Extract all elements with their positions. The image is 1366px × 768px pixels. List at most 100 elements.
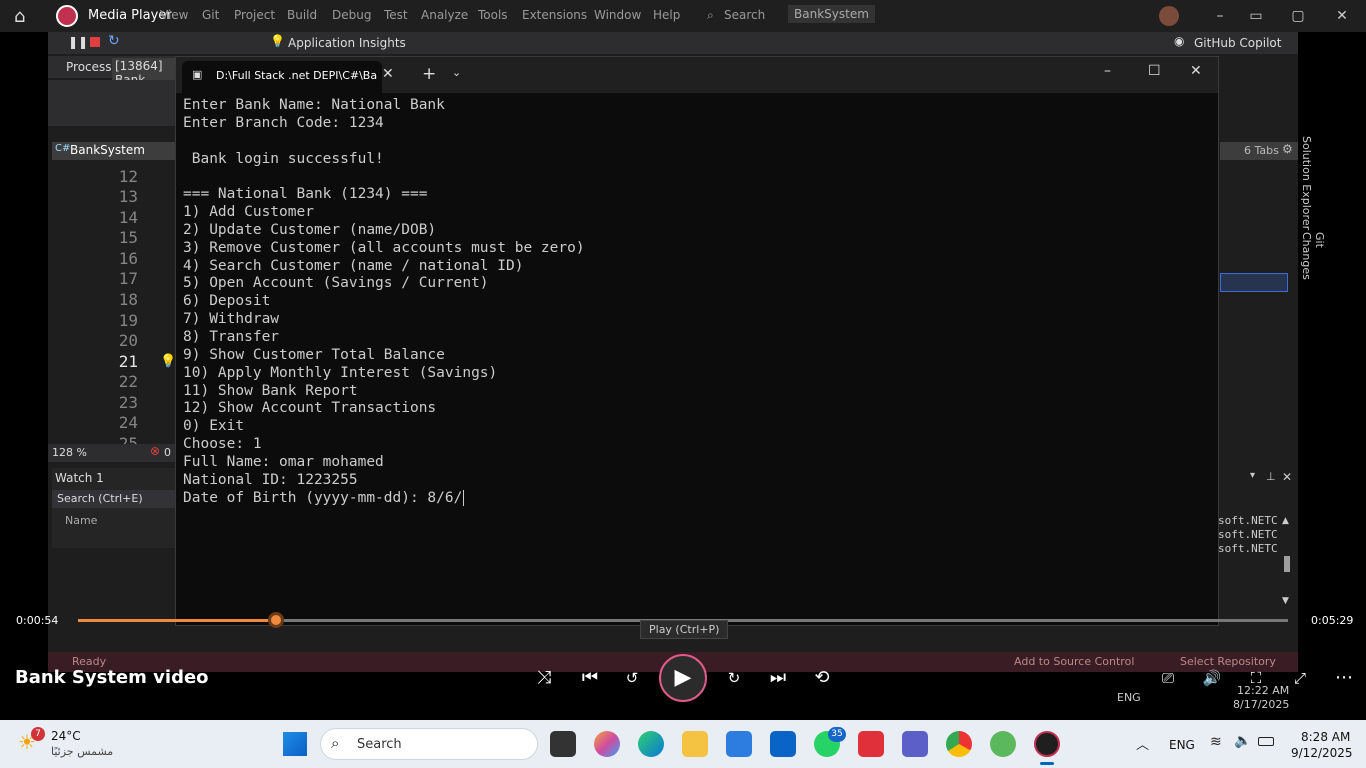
github-copilot-label[interactable]: GitHub Copilot	[1194, 36, 1281, 50]
home-icon[interactable]: ⌂	[14, 6, 25, 27]
fullscreen-icon[interactable]: ⤢	[1286, 666, 1314, 690]
utility-app-icon[interactable]	[990, 731, 1016, 757]
error-count[interactable]: 0	[164, 446, 171, 459]
maximize-icon[interactable]: ▢	[1278, 4, 1318, 28]
menu-item-extensions[interactable]: Extensions	[522, 8, 587, 22]
tabs-count[interactable]: 6 Tabs	[1244, 144, 1279, 157]
task-view-icon[interactable]	[550, 731, 576, 757]
copilot-icon: ◉	[1174, 34, 1185, 48]
taskbar-clock-date[interactable]: 9/12/2025	[1291, 746, 1353, 760]
microsoft-store-icon[interactable]	[726, 731, 752, 757]
chrome-icon[interactable]	[946, 731, 972, 757]
gear-icon[interactable]: ⚙	[1282, 142, 1293, 156]
menu-item-test[interactable]: Test	[384, 8, 408, 22]
menu-item-window[interactable]: Window	[594, 8, 641, 22]
file-explorer-icon[interactable]	[682, 731, 708, 757]
text-cursor: ​	[463, 489, 465, 506]
console-line: 3) Remove Customer (all accounts must be…	[183, 239, 585, 256]
menu-item-tools[interactable]: Tools	[478, 8, 508, 22]
console-line: 10) Apply Monthly Interest (Savings)	[183, 364, 498, 381]
taskbar-clock-time[interactable]: 8:28 AM	[1301, 730, 1350, 744]
tab-close-icon[interactable]: ✕	[382, 66, 394, 82]
menu-item-project[interactable]: Project	[234, 8, 275, 22]
console-tab[interactable]: ▣ D:\Full Stack .net DEPI\C#\Ba ✕	[182, 61, 394, 93]
windows-start-icon[interactable]	[283, 732, 307, 756]
git-changes-tab[interactable]: Git Changes	[1300, 232, 1326, 296]
add-source-control[interactable]: Add to Source Control	[1014, 655, 1134, 668]
menu-item-git[interactable]: Git	[202, 8, 219, 22]
pause-icon[interactable]: ❚❚	[68, 35, 88, 49]
line-number-current: 21	[118, 352, 138, 371]
close-icon[interactable]: ✕	[1322, 4, 1362, 28]
line-number: 17	[118, 269, 138, 288]
menu-item-analyze[interactable]: Analyze	[421, 8, 468, 22]
menu-item-build[interactable]: Build	[287, 8, 317, 22]
user-avatar[interactable]	[1159, 6, 1179, 26]
vs-search-label[interactable]: Search	[724, 8, 765, 22]
menu-item-view[interactable]: View	[160, 8, 188, 22]
speaker-icon[interactable]: 🔈	[1234, 733, 1251, 749]
console-close-icon[interactable]: ✕	[1190, 63, 1202, 79]
play-button[interactable]: ▶	[659, 654, 707, 702]
process-label: Process:	[66, 60, 116, 74]
stop-icon[interactable]	[90, 37, 100, 47]
skip-forward-30-icon[interactable]: ↻	[720, 666, 748, 690]
pin-icon[interactable]: ⊥	[1266, 470, 1276, 483]
captions-icon[interactable]: ⎚	[1154, 666, 1182, 690]
console-line: Choose: 1	[183, 436, 262, 453]
weather-desc[interactable]: مشمس جزئيًا	[51, 745, 113, 758]
scroll-up-icon[interactable]: ▲	[1282, 516, 1289, 526]
wifi-icon[interactable]: ≋	[1210, 734, 1222, 750]
panel-close-icon[interactable]: ✕	[1282, 470, 1292, 484]
tray-overflow-icon[interactable]: ︿	[1136, 734, 1149, 753]
console-tab-bar: ▣ D:\Full Stack .net DEPI\C#\Ba ✕ + ⌄ – …	[176, 57, 1218, 93]
repeat-icon[interactable]: ⟲	[808, 666, 836, 690]
media-player-titlebar: ⌂ Media Player View Git Project Build De…	[0, 0, 1366, 32]
menu-item-debug[interactable]: Debug	[332, 8, 371, 22]
minimize-icon[interactable]: –	[1200, 4, 1240, 28]
battery-icon[interactable]	[1258, 737, 1274, 746]
console-maximize-icon[interactable]: ☐	[1148, 63, 1161, 79]
watch-search-input[interactable]: Search (Ctrl+E)	[52, 490, 176, 508]
volume-icon[interactable]: 🔊	[1198, 666, 1226, 690]
previous-icon[interactable]: ⏮	[576, 666, 604, 690]
shuffle-icon[interactable]: ⤨	[530, 666, 558, 690]
scroll-down-icon[interactable]: ▼	[1282, 596, 1289, 606]
next-icon[interactable]: ⏭	[764, 666, 792, 690]
taskbar-search-box[interactable]: ⌕ Search	[320, 728, 538, 760]
watch-title[interactable]: Watch 1	[55, 471, 104, 485]
quick-action-lightbulb-icon[interactable]: 💡	[160, 354, 176, 369]
search-icon[interactable]: ⌕	[707, 8, 714, 23]
line-number: 23	[118, 393, 138, 412]
menu-item-help[interactable]: Help	[653, 8, 680, 22]
tab-dropdown-icon[interactable]: ⌄	[452, 66, 461, 79]
output-line: soft.NETC	[1218, 528, 1278, 541]
new-tab-icon[interactable]: +	[422, 64, 436, 84]
outlook-icon[interactable]	[770, 731, 796, 757]
zoom-level[interactable]: 128 %	[52, 446, 87, 459]
play-icon: ▶	[674, 665, 692, 690]
time-total: 0:05:29	[1311, 614, 1354, 627]
weather-temp[interactable]: 24°C	[51, 729, 81, 743]
skip-back-10-icon[interactable]: ↺	[618, 666, 646, 690]
editor-tab[interactable]: C# BankSystem	[52, 142, 176, 160]
solution-explorer-tab[interactable]: Solution Explorer	[1300, 136, 1313, 230]
app-insights-label[interactable]: Application Insights	[288, 36, 406, 50]
media-player-taskbar-icon[interactable]	[1034, 731, 1060, 757]
copilot-app-icon[interactable]	[594, 731, 620, 757]
more-options-icon[interactable]: ⋯	[1330, 666, 1358, 690]
restore-icon[interactable]: ▭	[1236, 4, 1276, 28]
output-scrollbar-thumb[interactable]	[1284, 556, 1290, 572]
console-minimize-icon[interactable]: –	[1104, 63, 1111, 79]
taskbar-language[interactable]: ENG	[1169, 738, 1195, 752]
edge-icon[interactable]	[638, 731, 664, 757]
lightbulb-icon: 💡	[270, 34, 285, 48]
console-window[interactable]: ▣ D:\Full Stack .net DEPI\C#\Ba ✕ + ⌄ – …	[175, 56, 1219, 626]
panel-dropdown-icon[interactable]: ▾	[1250, 470, 1255, 481]
restart-icon[interactable]: ↻	[108, 33, 120, 49]
wps-office-icon[interactable]	[858, 731, 884, 757]
teams-icon[interactable]	[902, 731, 928, 757]
console-output[interactable]: Enter Bank Name: National Bank Enter Bran…	[183, 97, 1213, 507]
